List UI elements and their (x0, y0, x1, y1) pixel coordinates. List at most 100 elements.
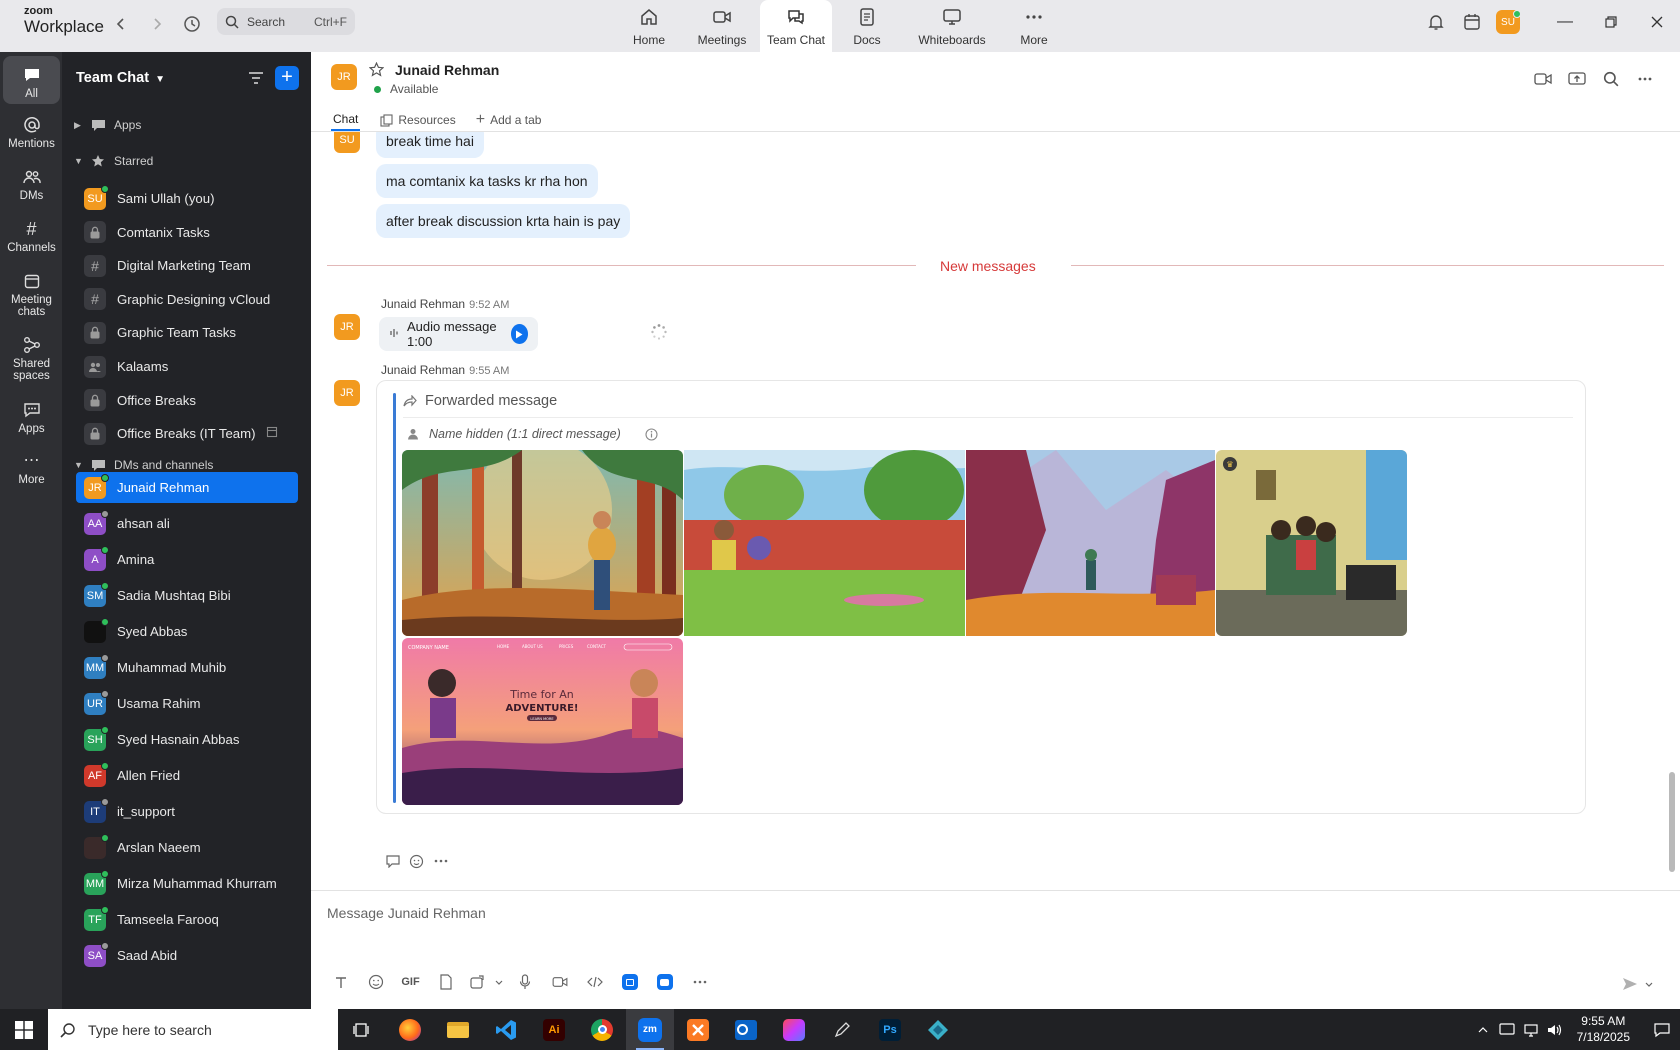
app-diamond-icon[interactable] (914, 1009, 962, 1050)
app-icon-two[interactable] (647, 969, 682, 995)
rail-apps[interactable]: Apps (3, 399, 60, 435)
chevron-up-icon[interactable] (1471, 1012, 1495, 1048)
sidebar-item[interactable]: SA Saad Abid (76, 940, 298, 971)
sender-name[interactable]: Junaid Rehman (381, 363, 465, 377)
contact-avatar[interactable]: JR (331, 64, 357, 90)
sidebar-item[interactable]: AA ahsan ali (76, 508, 298, 539)
sidebar-item[interactable]: UR Usama Rahim (76, 688, 298, 719)
sender-name[interactable]: Junaid Rehman (381, 297, 465, 311)
new-chat-button[interactable]: + (275, 66, 299, 90)
sidebar-title[interactable]: Team Chat ▼ (76, 70, 165, 86)
reply-icon[interactable] (381, 850, 405, 872)
microphone-icon[interactable] (507, 969, 542, 995)
more-options-icon[interactable] (429, 850, 453, 872)
sidebar-item[interactable]: JR Junaid Rehman (76, 472, 298, 503)
volume-icon[interactable] (1543, 1012, 1567, 1048)
firefox-icon[interactable] (386, 1009, 434, 1050)
play-icon[interactable] (510, 324, 528, 344)
share-screen-icon[interactable] (1560, 66, 1594, 92)
sidebar-item[interactable]: SM Sadia Mushtaq Bibi (76, 580, 298, 611)
minimize-button[interactable]: — (1542, 0, 1588, 44)
user-avatar[interactable]: SU (1490, 4, 1526, 40)
section-starred[interactable]: ▼ Starred (74, 151, 153, 171)
attach-file-icon[interactable] (428, 969, 463, 995)
sidebar-item[interactable]: MM Muhammad Muhib (76, 652, 298, 683)
photoshop-icon[interactable]: Ps (866, 1009, 914, 1050)
emoji-icon[interactable] (358, 969, 393, 995)
sidebar-item[interactable]: A Amina (76, 544, 298, 575)
gif-button[interactable]: GIF (393, 969, 428, 995)
sidebar-item[interactable]: Syed Abbas (76, 616, 298, 647)
send-icon[interactable] (1618, 971, 1642, 997)
back-arrow-icon[interactable] (109, 12, 133, 36)
sidebar-item[interactable]: SH Syed Hasnain Abbas (76, 724, 298, 755)
creative-cloud-icon[interactable] (770, 1009, 818, 1050)
sidebar-item[interactable]: Office Breaks (IT Team) (76, 418, 298, 449)
rail-channels[interactable]: # Channels (3, 218, 60, 254)
rail-more[interactable]: ⋯ More (3, 450, 60, 486)
search-input[interactable]: Search Ctrl+F (217, 8, 355, 35)
sidebar-item[interactable]: SU Sami Ullah (you) (76, 183, 298, 214)
forward-arrow-icon[interactable] (145, 12, 169, 36)
taskbar-search-input[interactable]: Type here to search (48, 1009, 338, 1050)
video-call-icon[interactable] (1526, 66, 1560, 92)
rail-meeting-chats[interactable]: Meeting chats (3, 270, 60, 318)
calendar-panel-icon[interactable] (1454, 4, 1490, 40)
outlook-icon[interactable] (722, 1009, 770, 1050)
tab-chat[interactable]: Chat (331, 109, 361, 131)
task-view-icon[interactable] (338, 1009, 386, 1050)
sidebar-item[interactable]: # Digital Marketing Team (76, 250, 298, 281)
info-icon[interactable] (645, 427, 658, 441)
image-thumbnail-canyon[interactable] (966, 450, 1215, 636)
sidebar-item[interactable]: Arslan Naeem (76, 832, 298, 863)
taskbar-clock[interactable]: 9:55 AM 7/18/2025 (1577, 1014, 1630, 1045)
close-button[interactable] (1634, 0, 1680, 44)
tab-docs[interactable]: Docs (832, 0, 902, 52)
rail-all[interactable]: All (3, 56, 60, 104)
format-text-icon[interactable] (323, 969, 358, 995)
contact-name[interactable]: Junaid Rehman (395, 62, 499, 78)
vscode-icon[interactable] (482, 1009, 530, 1050)
emoji-react-icon[interactable] (405, 850, 429, 872)
pen-tool-icon[interactable] (818, 1009, 866, 1050)
audio-message[interactable]: Audio message 1:00 (379, 317, 538, 351)
maximize-button[interactable] (1588, 0, 1634, 44)
tab-more[interactable]: More (1002, 0, 1066, 52)
image-thumbnail-forest[interactable] (402, 450, 683, 636)
image-thumbnail-park[interactable] (684, 450, 965, 636)
code-snippet-icon[interactable] (577, 969, 612, 995)
bell-icon[interactable] (1418, 4, 1454, 40)
scrollbar[interactable] (1669, 772, 1675, 872)
image-thumbnail-adventure[interactable]: COMPANY NAME HOME ABOUT US PRICES CONTAC… (402, 638, 683, 805)
sender-avatar[interactable]: JR (334, 314, 360, 340)
rail-dms[interactable]: DMs (3, 166, 60, 202)
sidebar-item[interactable]: Office Breaks (76, 385, 298, 416)
sidebar-item[interactable]: IT it_support (76, 796, 298, 827)
app-icon-one[interactable] (612, 969, 647, 995)
more-options-icon[interactable] (1628, 66, 1662, 92)
tab-home[interactable]: Home (614, 0, 684, 52)
star-icon[interactable] (368, 61, 385, 78)
video-message-icon[interactable] (542, 969, 577, 995)
tab-meetings[interactable]: Meetings (684, 0, 760, 52)
sidebar-item[interactable]: AF Allen Fried (76, 760, 298, 791)
message-input[interactable] (327, 901, 1657, 925)
chevron-down-icon[interactable] (491, 969, 507, 995)
search-icon[interactable] (1594, 66, 1628, 92)
xampp-icon[interactable] (674, 1009, 722, 1050)
notifications-icon[interactable] (1644, 1012, 1680, 1048)
rail-mentions[interactable]: Mentions (3, 114, 60, 150)
sidebar-item[interactable]: # Graphic Designing vCloud (76, 284, 298, 315)
network-icon[interactable] (1519, 1012, 1543, 1048)
sidebar-item[interactable]: MM Mirza Muhammad Khurram (76, 868, 298, 899)
tab-whiteboards[interactable]: Whiteboards (902, 0, 1002, 52)
meet-now-icon[interactable] (1495, 1012, 1519, 1048)
sidebar-item[interactable]: TF Tamseela Farooq (76, 904, 298, 935)
tab-team-chat[interactable]: Team Chat (760, 0, 832, 52)
history-icon[interactable] (180, 12, 204, 36)
zoom-app-icon[interactable]: zm (626, 1009, 674, 1050)
sidebar-item[interactable]: Graphic Team Tasks (76, 317, 298, 348)
screenshot-icon[interactable] (463, 969, 491, 995)
image-thumbnail-room[interactable]: ♛ (1216, 450, 1407, 636)
more-options-icon[interactable] (682, 969, 717, 995)
